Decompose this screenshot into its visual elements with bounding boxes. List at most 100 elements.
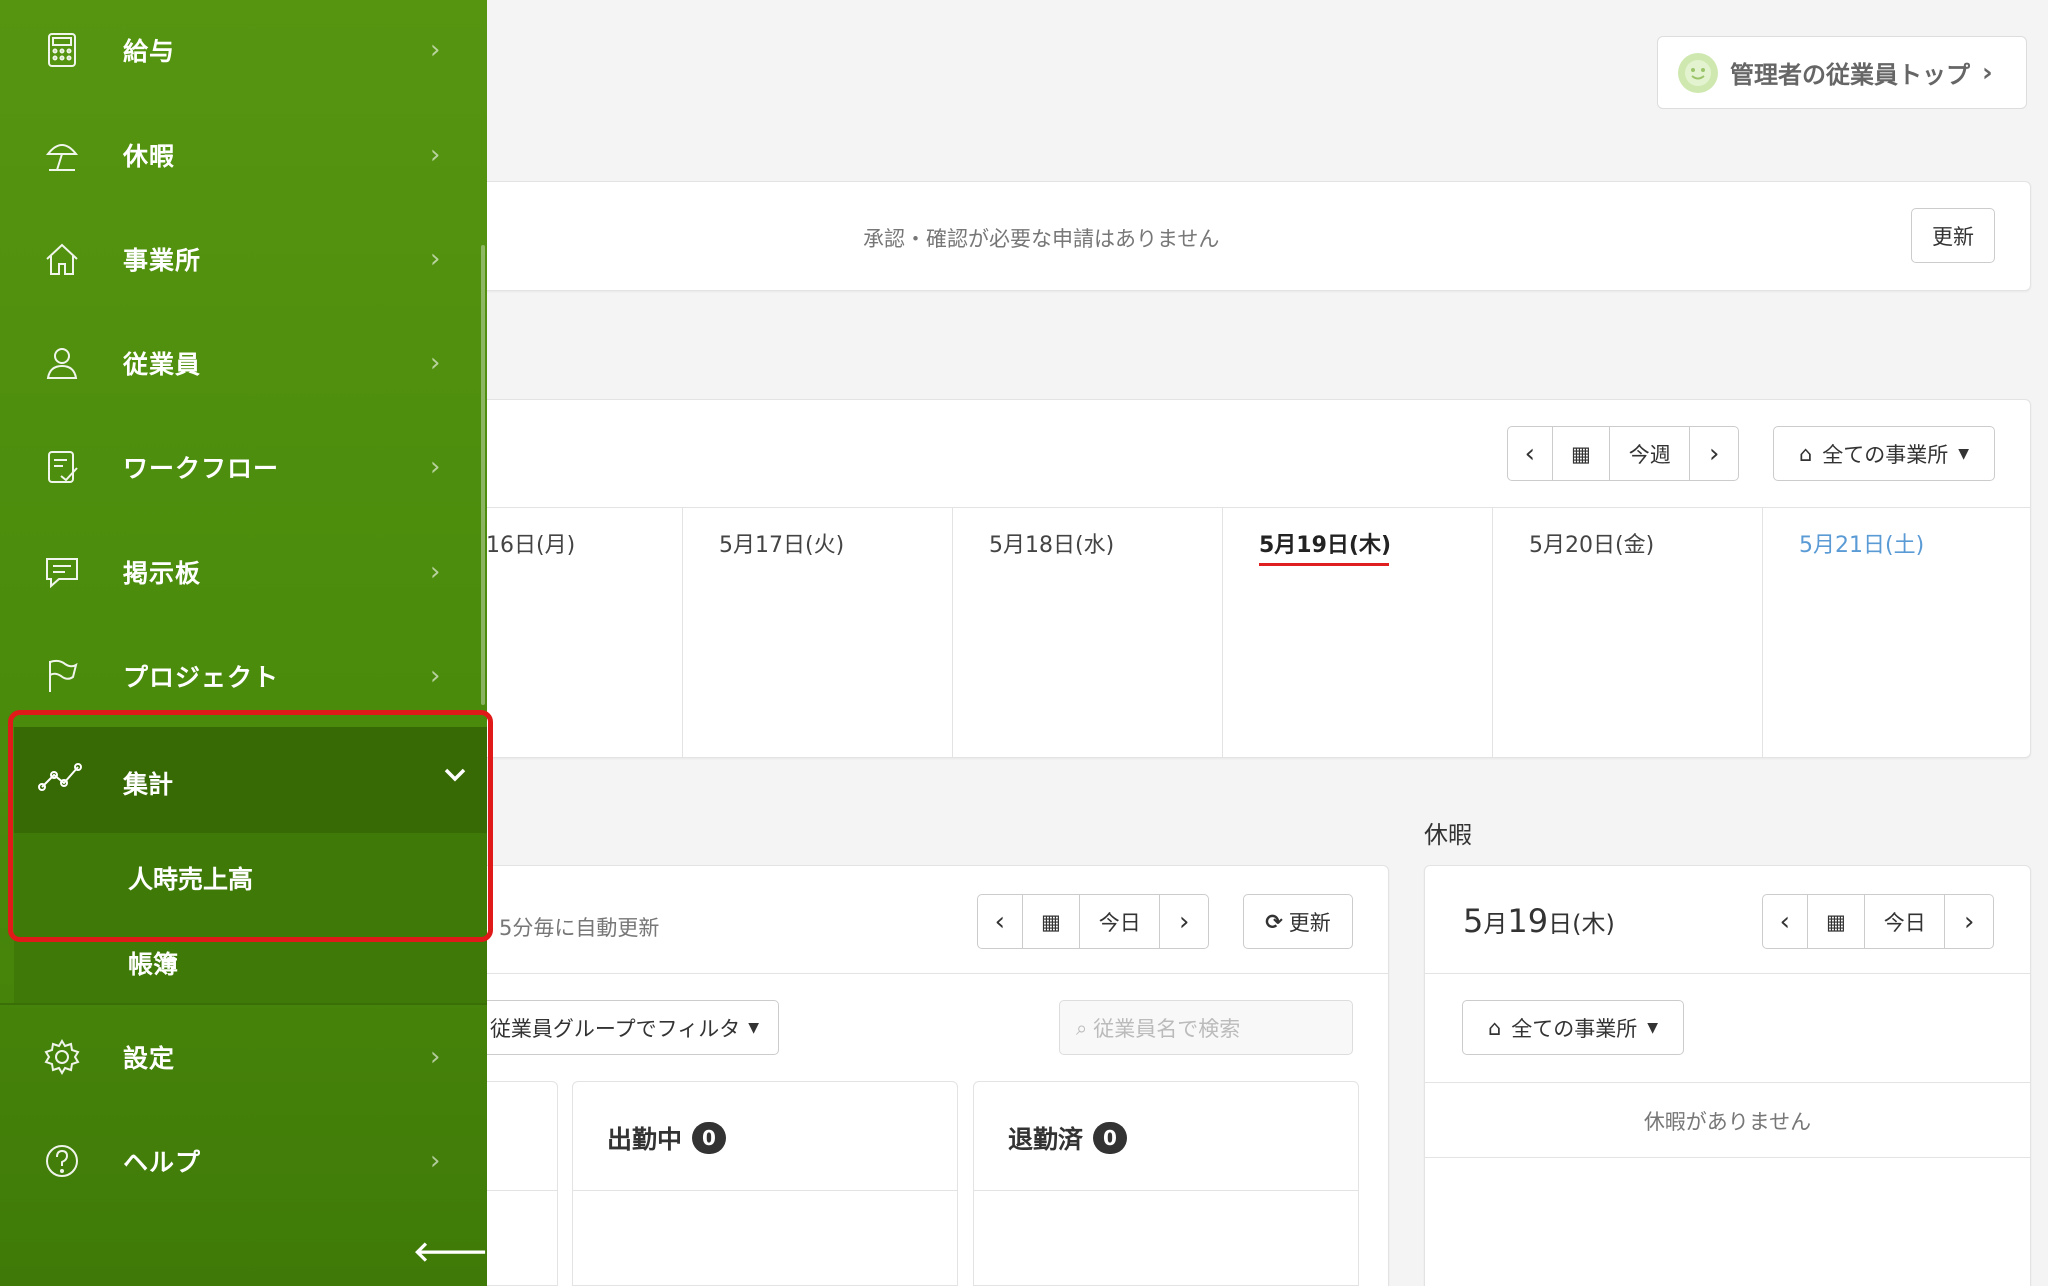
day-label: 5月18日(水) [989, 533, 1115, 558]
leave-date-day-unit: 日 [1548, 910, 1573, 938]
auto-update-text: 5分毎に自動更新 [499, 916, 660, 940]
calendar-icon: ▦ [1825, 909, 1846, 934]
leave-date-day: 19 [1507, 902, 1549, 940]
group-filter-label: 従業員グループでフィルタ [489, 1016, 741, 1041]
day-cell: 5月17日(火) [682, 507, 952, 757]
left-count-badge: 0 [1093, 1122, 1128, 1154]
leave-date-weekday: (木) [1572, 910, 1615, 938]
attendance-day-nav: ‹ ▦ 今日 › [977, 894, 1209, 949]
today-button[interactable]: 今日 [1865, 895, 1946, 948]
prev-day-button[interactable]: ‹ [978, 895, 1023, 948]
calendar-icon: ▦ [1570, 441, 1591, 466]
sidebar-item-label: ヘルプ [123, 1148, 202, 1177]
sidebar-item-label: 掲示板 [123, 559, 202, 588]
day-label: 16日(月) [486, 533, 576, 558]
beach-umbrella-icon [42, 135, 82, 175]
admin-top-button[interactable]: 管理者の従業員トップ › [1657, 36, 2027, 109]
highlight-box [8, 710, 493, 942]
caret-down-icon: ▼ [1647, 1019, 1659, 1036]
leave-date: 5 月 19 日 (木) [1463, 902, 1615, 940]
sidebar-item-help[interactable]: ヘルプ › [0, 1116, 487, 1206]
collapse-arrow-icon[interactable]: 🡐 [413, 1234, 488, 1268]
left-stat-card: 退勤済 0 [973, 1081, 1359, 1286]
day-label: 5月17日(火) [719, 533, 845, 558]
sidebar-item-workflow[interactable]: ワークフロー › [0, 422, 487, 512]
approvals-message: 承認・確認が必要な申請はありません [863, 227, 1220, 251]
sidebar-item-project[interactable]: プロジェクト › [0, 631, 487, 721]
prev-week-button[interactable]: ‹ [1508, 427, 1553, 480]
day-cell: 16日(月) [470, 507, 682, 757]
sidebar-subitem-ledger[interactable]: 帳簿 [128, 945, 178, 981]
admin-top-label: 管理者の従業員トップ [1730, 61, 1970, 89]
search-icon: ⌕ [1076, 1015, 1088, 1040]
working-count-badge: 0 [692, 1122, 727, 1154]
working-label: 出勤中 [607, 1125, 683, 1154]
day-cell-today: 5月19日(木) [1222, 507, 1492, 757]
chevron-right-icon: › [430, 140, 441, 170]
attendance-refresh-button[interactable]: ⟳ 更新 [1243, 894, 1353, 949]
leave-date-month: 5 [1463, 902, 1484, 940]
sidebar-item-label: プロジェクト [123, 663, 280, 692]
sidebar-divider [0, 1003, 487, 1005]
sidebar-item-label: 事業所 [123, 246, 202, 275]
sidebar-item-label: ワークフロー [123, 454, 280, 483]
next-day-button[interactable]: › [1160, 895, 1208, 948]
chevron-right-icon: › [430, 661, 441, 691]
sidebar-item-label: 休暇 [123, 142, 176, 171]
today-underline [1259, 563, 1389, 566]
leave-divider-2 [1425, 1082, 2030, 1083]
chevron-right-icon: › [430, 1146, 441, 1176]
calendar-icon: ▦ [1040, 909, 1061, 934]
sidebar-item-leave[interactable]: 休暇 › [0, 110, 487, 200]
day-calendar-button[interactable]: ▦ [1808, 895, 1866, 948]
week-calendar-button[interactable]: ▦ [1553, 427, 1611, 480]
sidebar-item-settings[interactable]: 設定 › [0, 1012, 487, 1102]
next-week-button[interactable]: › [1690, 427, 1738, 480]
chevron-right-icon: › [1982, 57, 1993, 88]
chat-icon [42, 552, 82, 592]
chevron-right-icon: › [430, 244, 441, 274]
chevron-right-icon: › [430, 557, 441, 587]
sidebar-item-payroll[interactable]: 給与 › [0, 5, 487, 95]
checklist-icon [42, 447, 82, 487]
day-calendar-button[interactable]: ▦ [1023, 895, 1081, 948]
smiley-icon [1678, 52, 1718, 93]
employee-search-input[interactable]: ⌕ 従業員名で検索 [1059, 1000, 1353, 1055]
prev-day-button[interactable]: ‹ [1763, 895, 1808, 948]
leave-day-nav: ‹ ▦ 今日 › [1762, 894, 1994, 949]
week-office-select[interactable]: ⌂ 全ての事業所 ▼ [1773, 426, 1995, 481]
today-button[interactable]: 今日 [1080, 895, 1161, 948]
day-label: 5月20日(金) [1529, 533, 1655, 558]
leave-divider-3 [1425, 1157, 2030, 1158]
sidebar-item-board[interactable]: 掲示板 › [0, 527, 487, 617]
flag-icon [42, 656, 82, 696]
sidebar: 給与 › 休暇 › 事業所 › 従業員 › ワークフロー › 掲示板 › プロジ… [0, 0, 488, 1286]
gear-icon [42, 1037, 82, 1077]
sidebar-item-label: 給与 [123, 37, 176, 66]
sidebar-item-office[interactable]: 事業所 › [0, 214, 487, 304]
sidebar-item-label: 従業員 [123, 350, 202, 379]
day-label: 5月19日(木) [1259, 533, 1392, 558]
day-cell: 5月20日(金) [1492, 507, 1762, 757]
chevron-right-icon: › [430, 452, 441, 482]
help-circle-icon [42, 1141, 82, 1181]
approvals-card: 承認・確認が必要な申請はありません 更新 [470, 181, 2031, 291]
caret-down-icon: ▼ [748, 1019, 760, 1036]
chevron-right-icon: › [430, 348, 441, 378]
next-day-button[interactable]: › [1945, 895, 1993, 948]
leave-section-title: 休暇 [1424, 821, 1472, 849]
approvals-refresh-button[interactable]: 更新 [1911, 208, 1995, 263]
working-stat-card: 出勤中 0 [572, 1081, 958, 1286]
chevron-right-icon: › [430, 35, 441, 65]
sidebar-item-label: 設定 [123, 1044, 176, 1073]
caret-down-icon: ▼ [1958, 445, 1970, 462]
home-icon: ⌂ [1798, 441, 1813, 466]
group-filter-button[interactable]: 従業員グループでフィルタ ▼ [471, 1000, 779, 1055]
leave-office-label: 全ての事業所 [1511, 1016, 1638, 1041]
search-placeholder: 従業員名で検索 [1093, 1016, 1241, 1041]
office-select-label: 全ての事業所 [1822, 442, 1949, 467]
leave-office-select[interactable]: ⌂ 全ての事業所 ▼ [1462, 1000, 1684, 1055]
sidebar-item-employees[interactable]: 従業員 › [0, 318, 487, 408]
this-week-button[interactable]: 今週 [1610, 427, 1691, 480]
leave-date-month-unit: 月 [1483, 910, 1508, 938]
